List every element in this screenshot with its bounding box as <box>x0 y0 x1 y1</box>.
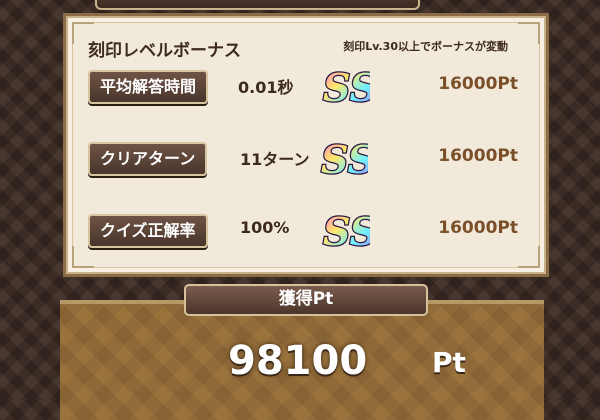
bonus-row-clear-turn: クリアターン 11ターン SS 16000Pt <box>88 136 528 182</box>
rank-badge-text: SS <box>323 209 370 254</box>
total-points-unit: Pt <box>432 346 466 379</box>
total-points-banner: 獲得Pt <box>184 284 428 316</box>
total-points-panel: 98100 Pt <box>60 300 544 420</box>
ss-rank-icon: SS <box>322 64 370 110</box>
bonus-row-label: クイズ正解率 <box>88 214 208 248</box>
panel-corner-ornament <box>518 22 540 44</box>
bonus-panel-note: 刻印Lv.30以上でボーナスが変動 <box>343 40 508 53</box>
bonus-row-points: 16000Pt <box>438 218 518 238</box>
ss-rank-icon: SS <box>320 136 368 182</box>
rank-badge-text: SS <box>323 65 370 110</box>
bonus-row-points: 16000Pt <box>438 146 518 166</box>
bonus-row-value: 100% <box>240 218 290 237</box>
bonus-panel-title: 刻印レベルボーナス <box>88 41 241 61</box>
bonus-row-value: 11ターン <box>240 150 310 169</box>
bonus-row-label: 平均解答時間 <box>88 70 209 104</box>
rank-badge-text: SS <box>321 137 368 182</box>
bonus-row-value: 0.01秒 <box>238 78 294 97</box>
bonus-row-quiz-accuracy: クイズ正解率 100% SS 16000Pt <box>88 208 528 254</box>
bonus-panel: 刻印レベルボーナス 刻印Lv.30以上でボーナスが変動 平均解答時間 0.01秒… <box>66 16 546 274</box>
bonus-row-points: 16000Pt <box>438 74 518 94</box>
bonus-row-label: クリアターン <box>88 142 208 176</box>
total-points-value: 98100 <box>228 338 368 384</box>
top-header-bar <box>95 0 420 10</box>
ss-rank-icon: SS <box>322 208 370 254</box>
bonus-row-average-answer-time: 平均解答時間 0.01秒 SS 16000Pt <box>88 64 528 110</box>
